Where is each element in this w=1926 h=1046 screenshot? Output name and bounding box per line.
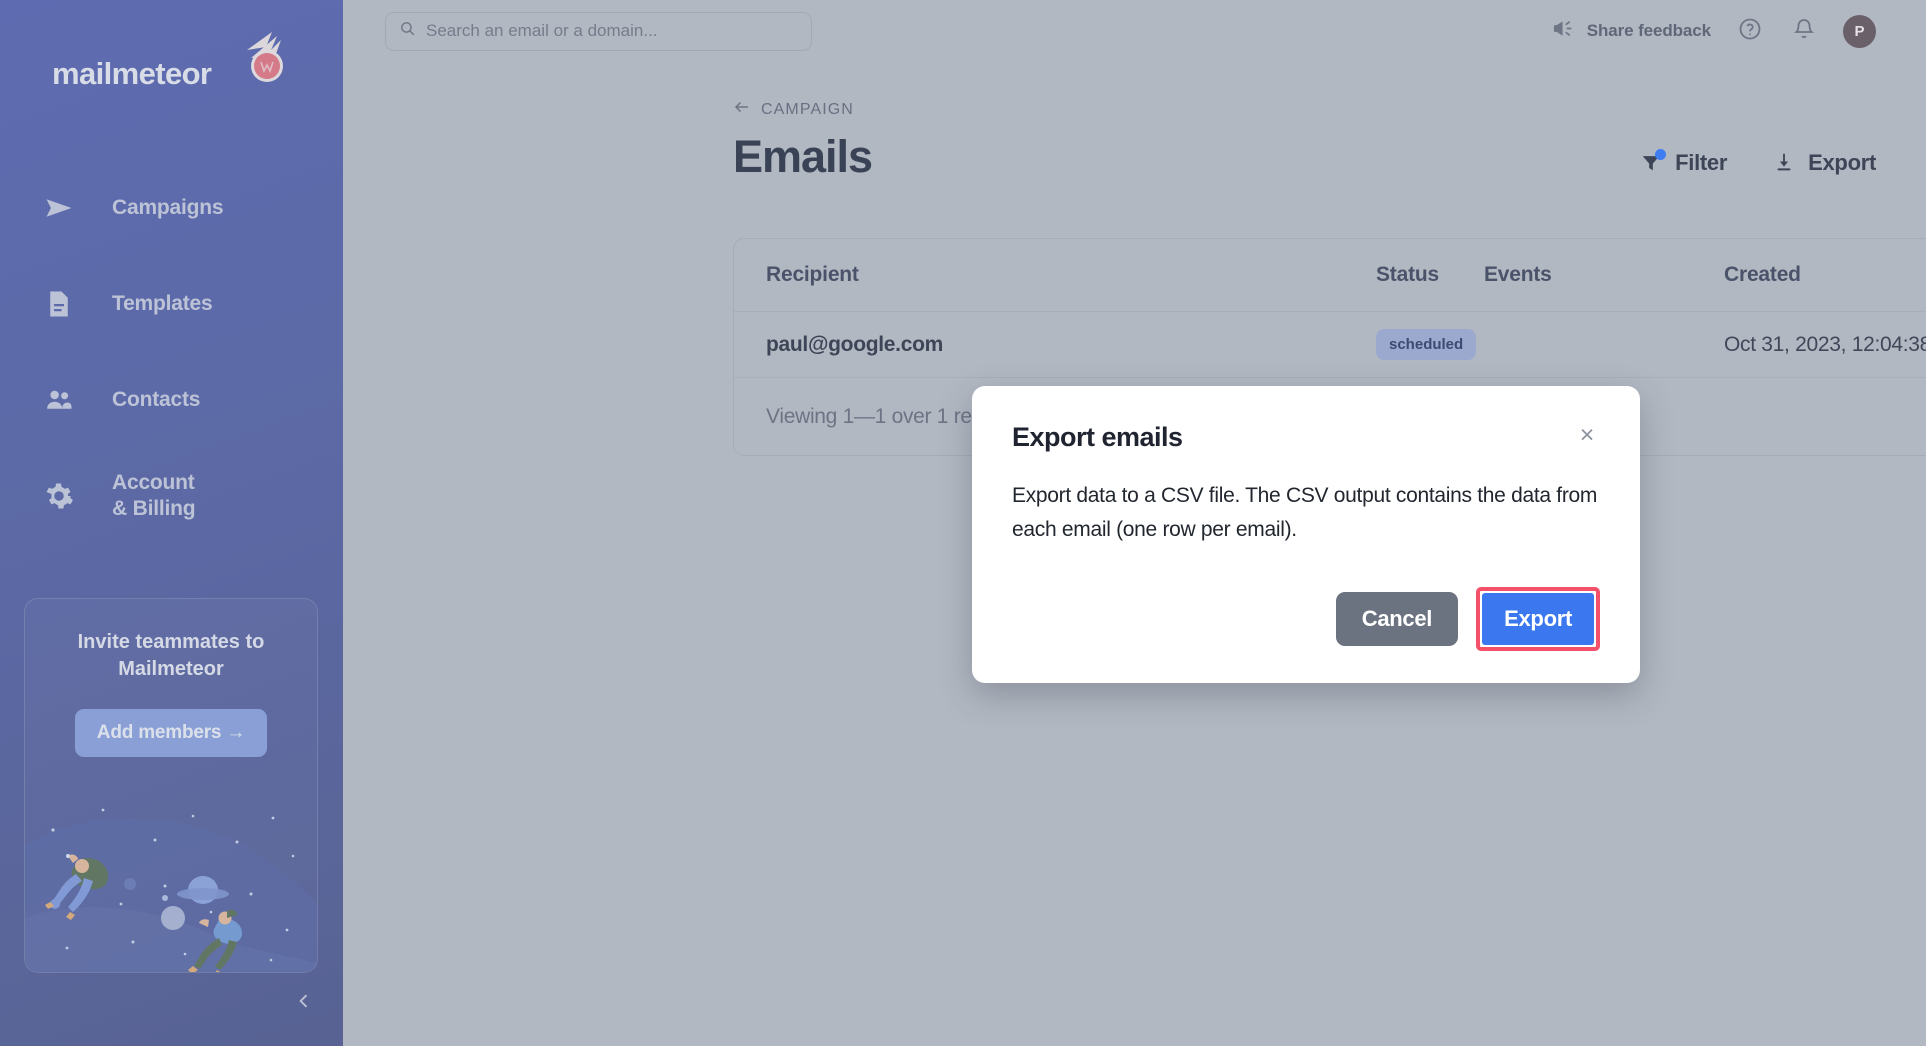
dialog-title: Export emails xyxy=(1012,422,1183,452)
sidebar-collapse-button[interactable] xyxy=(287,986,321,1020)
document-icon xyxy=(40,285,78,323)
sidebar: mailmeteor Campaigns Templates Contacts … xyxy=(0,0,343,1046)
add-members-button[interactable]: Add members → xyxy=(74,709,268,757)
people-icon xyxy=(40,381,78,419)
sidebar-nav: Campaigns Templates Contacts Account & Bi… xyxy=(0,160,343,544)
export-emails-dialog: Export emails × Export data to a CSV fil… xyxy=(972,386,1640,684)
brand-name: mailmeteor xyxy=(52,56,212,91)
meteor-logo-icon xyxy=(217,26,291,100)
export-confirm-button[interactable]: Export xyxy=(1482,593,1594,646)
sidebar-item-campaigns[interactable]: Campaigns xyxy=(0,160,343,256)
invite-title: Invite teammates to Mailmeteor xyxy=(77,631,265,680)
export-confirm-highlight: Export xyxy=(1476,587,1600,652)
sidebar-item-label: Contacts xyxy=(112,387,201,411)
gear-icon xyxy=(40,477,78,515)
dialog-header: Export emails × xyxy=(1012,422,1600,453)
chevron-left-icon xyxy=(294,991,314,1016)
dialog-body-text: Export data to a CSV file. The CSV outpu… xyxy=(1012,484,1598,542)
close-icon[interactable]: × xyxy=(1574,422,1600,448)
main-content: Share feedback P xyxy=(343,0,1926,1046)
sidebar-item-label: Templates xyxy=(112,291,213,315)
sidebar-item-label: Account & Billing xyxy=(112,470,196,520)
app-root: mailmeteor Campaigns Templates Contacts … xyxy=(0,0,1926,1046)
sidebar-item-label: Campaigns xyxy=(112,195,224,219)
brand-logo-area[interactable]: mailmeteor xyxy=(52,32,291,104)
cancel-button[interactable]: Cancel xyxy=(1335,592,1459,647)
dialog-actions: Cancel Export xyxy=(1012,587,1600,652)
sidebar-item-account-billing[interactable]: Account & Billing xyxy=(0,448,343,544)
sidebar-item-contacts[interactable]: Contacts xyxy=(0,352,343,448)
paper-plane-icon xyxy=(40,189,78,227)
astronauts-space-illustration xyxy=(25,782,317,972)
invite-teammates-card: Invite teammates to Mailmeteor Add membe… xyxy=(24,598,318,973)
sidebar-item-templates[interactable]: Templates xyxy=(0,256,343,352)
